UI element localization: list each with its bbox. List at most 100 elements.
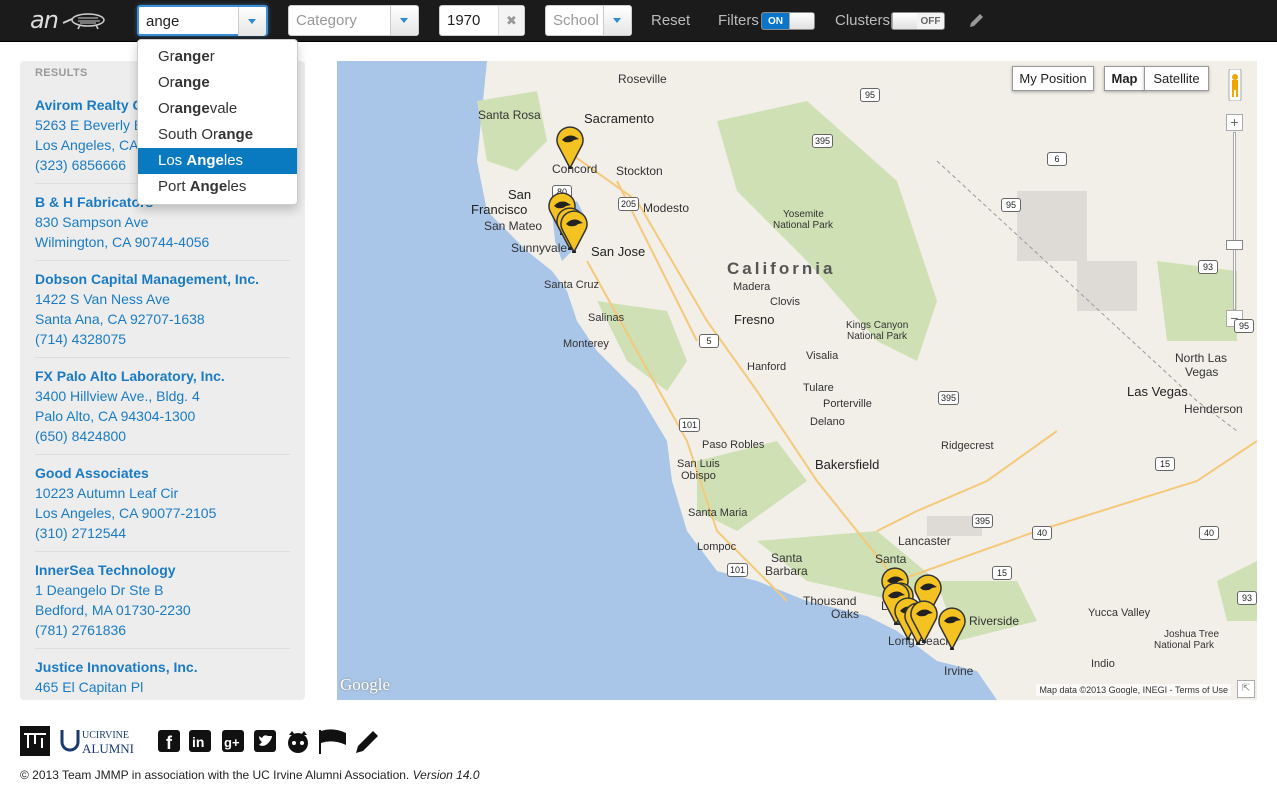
toggle-knob[interactable] [789, 13, 814, 29]
autocomplete-option[interactable]: Orangevale [138, 96, 297, 122]
alumni-marker-pin-icon[interactable] [559, 209, 589, 254]
clusters-toggle[interactable]: OFF [891, 12, 945, 30]
zoom-slider-handle[interactable] [1226, 240, 1243, 250]
map-city-label: Visalia [806, 350, 839, 362]
result-detail-line[interactable]: 1422 S Van Ness Ave [35, 289, 290, 309]
result-detail-line[interactable]: 10223 Autumn Leaf Cir [35, 483, 290, 503]
result-item[interactable]: Good Associates 10223 Autumn Leaf Cir Los … [35, 463, 290, 552]
google-plus-icon[interactable]: g+ [222, 730, 244, 752]
clear-year-icon[interactable]: ✖ [498, 6, 524, 35]
result-detail-line[interactable]: Bedford, MA 01730-2230 [35, 600, 290, 620]
autocomplete-option[interactable]: Port Angeles [138, 174, 297, 200]
result-name-link[interactable]: InnerSea Technology [35, 560, 290, 580]
alumni-marker-pin-icon[interactable] [555, 125, 585, 170]
filters-toggle[interactable]: ON [761, 12, 815, 30]
github-icon[interactable] [288, 731, 308, 753]
result-detail-line[interactable]: (310) 2712544 [35, 523, 290, 543]
resize-corner-icon[interactable]: ⇱ [1237, 680, 1255, 698]
highway-shield: 95 [860, 88, 880, 102]
highway-shield: 395 [972, 514, 994, 528]
school-combo[interactable]: School [545, 5, 632, 36]
result-detail-line[interactable]: 3400 Hillview Ave., Bldg. 4 [35, 386, 290, 406]
category-combo[interactable]: Category [288, 5, 419, 36]
flag-icon[interactable] [319, 729, 346, 754]
map-type-map-button[interactable]: Map [1104, 66, 1145, 91]
uci-line2: ALUMNI [82, 741, 134, 756]
location-search-combo[interactable] [137, 5, 268, 36]
result-detail-line[interactable]: Santa Ana, CA 92707-1638 [35, 309, 290, 329]
pencil-icon[interactable] [968, 12, 985, 29]
result-item[interactable]: InnerSea Technology 1 Deangelo Dr Ste B Be… [35, 560, 290, 649]
uci-alumni-logo[interactable] [60, 730, 80, 752]
chevron-down-icon [613, 18, 621, 23]
location-autocomplete-menu: Granger Orange Orangevale South Orange Los A… [137, 39, 298, 205]
result-detail-line[interactable]: Palo Alto, CA 94304-1300 [35, 406, 290, 426]
alumni-marker-pin-icon[interactable] [937, 606, 967, 651]
alumni-marker-pin-icon[interactable] [909, 599, 939, 644]
street-view-pegman-icon[interactable] [1226, 69, 1244, 101]
facebook-icon[interactable]: f [158, 730, 180, 753]
autocomplete-option[interactable]: Los Angeles [138, 148, 297, 174]
map-city-label: Vegas [1185, 365, 1219, 379]
result-detail-line[interactable]: (714) 4328075 [35, 329, 290, 349]
map-city-label: Lancaster [898, 534, 951, 548]
option-match: ange [174, 48, 210, 65]
zoom-in-icon[interactable]: + [1226, 114, 1243, 131]
map-city-label: Paso Robles [702, 439, 765, 451]
option-suffix: les [223, 152, 244, 169]
autocomplete-option[interactable]: South Orange [138, 122, 297, 148]
result-name-link[interactable]: FX Palo Alto Laboratory, Inc. [35, 366, 290, 386]
result-detail-line[interactable]: (650) 8424800 [35, 426, 290, 446]
result-detail-line[interactable]: Wilmington, CA 90744-4056 [35, 232, 290, 252]
logo-text[interactable]: an [30, 6, 59, 34]
result-detail-line[interactable]: Los Angeles, CA 90077-2105 [35, 503, 290, 523]
result-item[interactable]: Dobson Capital Management, Inc. 1422 S Va… [35, 269, 290, 358]
option-suffix: r [209, 48, 215, 65]
result-detail-line[interactable]: 465 El Capitan Pl [35, 677, 290, 697]
map-type-satellite-button[interactable]: Satellite [1144, 66, 1209, 91]
option-prefix: Port [158, 178, 190, 195]
jmmp-logo-icon[interactable] [20, 726, 50, 756]
map-city-label: Sacramento [584, 111, 655, 126]
map-city-label: Francisco [471, 202, 528, 217]
google-logo: Google [340, 675, 391, 694]
map-city-label: Oaks [831, 607, 860, 621]
category-dropdown-button[interactable] [390, 6, 418, 35]
map-data-credit[interactable]: Map data ©2013 Google, INEGI - Terms of … [1036, 684, 1231, 696]
map-city-label: San [508, 187, 532, 202]
result-name-link[interactable]: Justice Innovations, Inc. [35, 657, 290, 677]
result-name-link[interactable]: Dobson Capital Management, Inc. [35, 269, 290, 289]
option-suffix: vale [209, 100, 238, 117]
svg-text:g+: g+ [224, 735, 240, 750]
my-position-button[interactable]: My Position [1012, 66, 1094, 91]
result-item[interactable]: FX Palo Alto Laboratory, Inc. 3400 Hillvi… [35, 366, 290, 455]
option-match: ange [174, 74, 210, 91]
result-item[interactable]: Justice Innovations, Inc. 465 El Capitan … [35, 657, 290, 700]
twitter-icon[interactable] [254, 730, 276, 752]
map-city-label: Fresno [734, 312, 775, 327]
toggle-knob[interactable] [892, 13, 919, 29]
anteater-logo-icon[interactable] [62, 10, 108, 30]
location-dropdown-button[interactable] [238, 7, 266, 36]
zoom-track[interactable] [1233, 132, 1236, 310]
results-header: RESULTS [35, 67, 88, 79]
map-city-label: National Park [847, 331, 908, 342]
result-detail-line[interactable]: (781) 2761836 [35, 620, 290, 640]
result-name-link[interactable]: Good Associates [35, 463, 290, 483]
option-match: ange [218, 126, 254, 143]
zoom-control[interactable]: + − [1226, 114, 1243, 328]
result-detail-line[interactable]: 1 Deangelo Dr Ste B [35, 580, 290, 600]
year-input[interactable]: 1970 ✖ [439, 5, 525, 36]
reset-button[interactable]: Reset [651, 12, 690, 29]
autocomplete-option[interactable]: Orange [138, 70, 297, 96]
autocomplete-option[interactable]: Granger [138, 44, 297, 70]
result-detail-line[interactable]: 830 Sampson Ave [35, 212, 290, 232]
school-dropdown-button[interactable] [603, 6, 631, 35]
map-view[interactable]: My Position Map Satellite + − California… [337, 61, 1257, 700]
map-city-label: Yosemite [783, 209, 824, 220]
location-search-input[interactable] [139, 7, 239, 36]
option-match: ange [174, 100, 210, 117]
map-city-label: National Park [1154, 640, 1215, 651]
linkedin-icon[interactable]: in [189, 730, 211, 752]
pencil-icon[interactable] [356, 731, 378, 753]
